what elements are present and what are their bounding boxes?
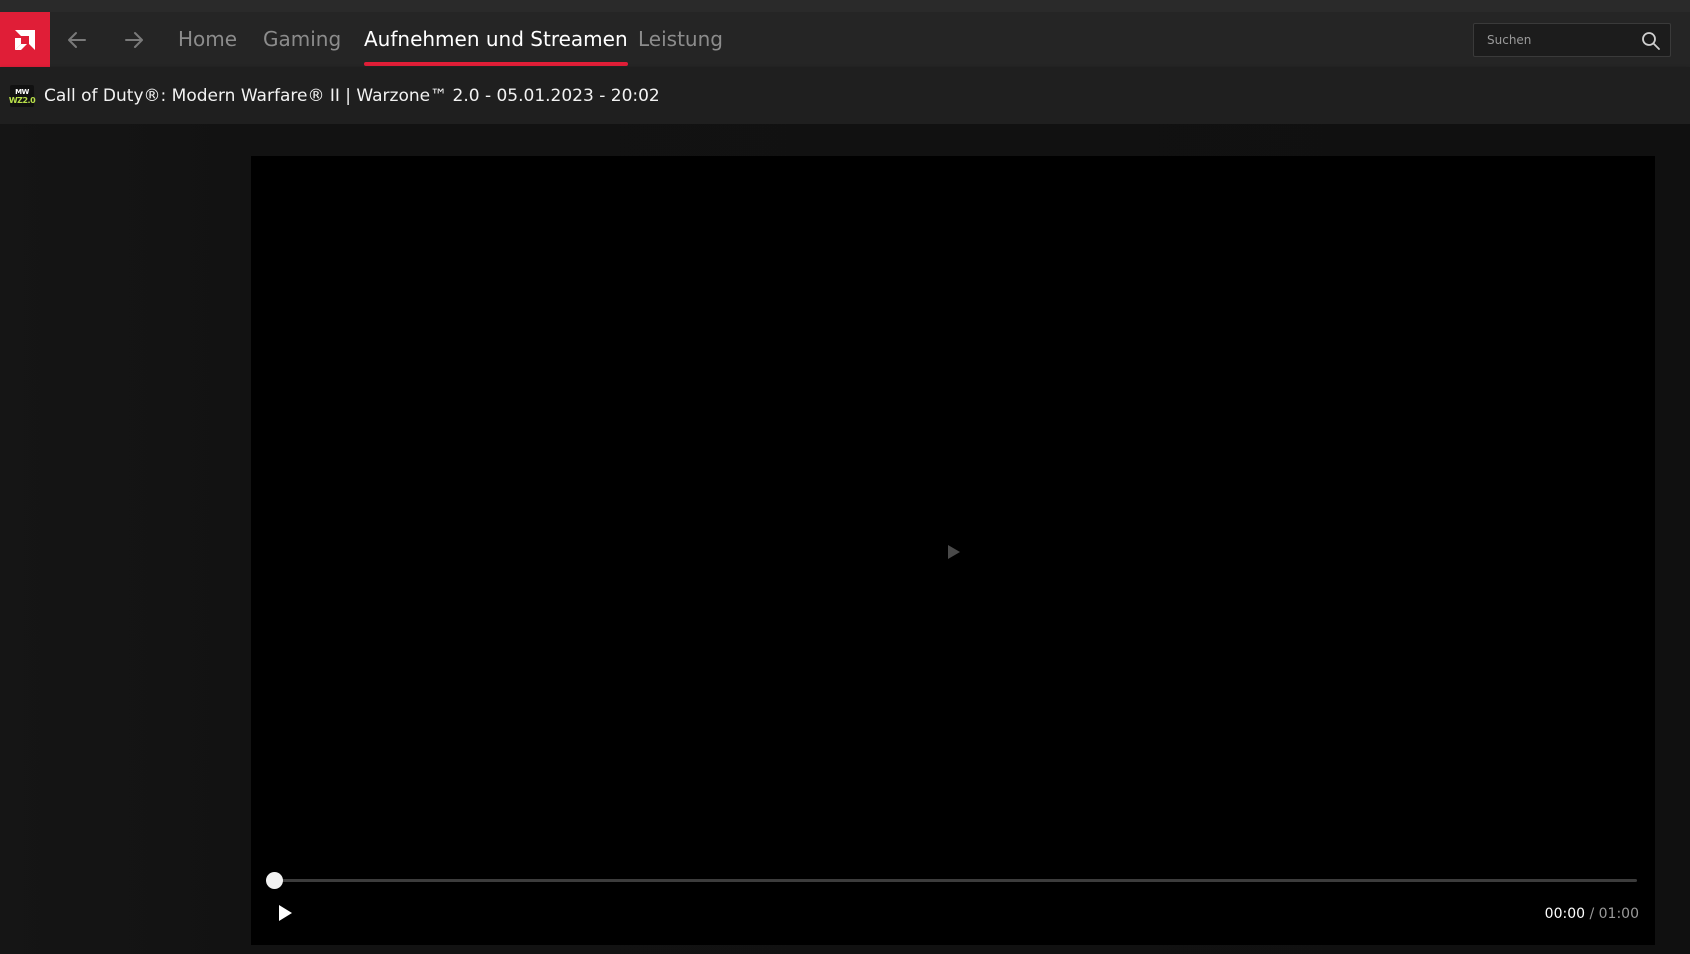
play-button[interactable] <box>275 903 295 923</box>
seek-bar[interactable] <box>274 879 1637 882</box>
search-input[interactable] <box>1474 24 1634 56</box>
tab-record-and-stream[interactable]: Aufnehmen und Streamen <box>364 26 628 66</box>
top-navigation-bar: Home Gaming Aufnehmen und Streamen Leist… <box>0 12 1690 67</box>
tab-record-and-stream-label: Aufnehmen und Streamen <box>364 27 628 51</box>
time-readout: 00:00 / 01:00 <box>1545 905 1639 923</box>
current-time: 00:00 <box>1544 906 1586 922</box>
recording-title: Call of Duty®: Modern Warfare® II | Warz… <box>44 86 660 106</box>
tab-home[interactable]: Home <box>178 26 237 66</box>
seek-handle[interactable] <box>265 872 283 889</box>
time-separator: / <box>1589 906 1595 922</box>
arrow-right-icon[interactable] <box>120 26 148 54</box>
duration: 01:00 <box>1598 906 1639 922</box>
active-tab-indicator <box>364 62 628 66</box>
tab-gaming[interactable]: Gaming <box>263 26 341 66</box>
window-title-strip <box>0 0 1690 12</box>
tab-performance[interactable]: Leistung <box>638 26 723 66</box>
search-icon[interactable] <box>1641 31 1661 51</box>
game-icon-line-1: MW <box>15 87 29 96</box>
amd-logo-icon[interactable] <box>0 12 50 67</box>
center-play-icon[interactable] <box>945 544 961 560</box>
video-player[interactable]: 00:00 / 01:00 <box>251 156 1655 945</box>
arrow-left-icon[interactable] <box>63 26 91 54</box>
game-icon: MW WZ2.0 <box>8 85 36 107</box>
recording-header: MW WZ2.0 Call of Duty®: Modern Warfare® … <box>0 67 1690 124</box>
game-icon-line-2: WZ2.0 <box>8 95 36 105</box>
search-box <box>1473 23 1671 57</box>
